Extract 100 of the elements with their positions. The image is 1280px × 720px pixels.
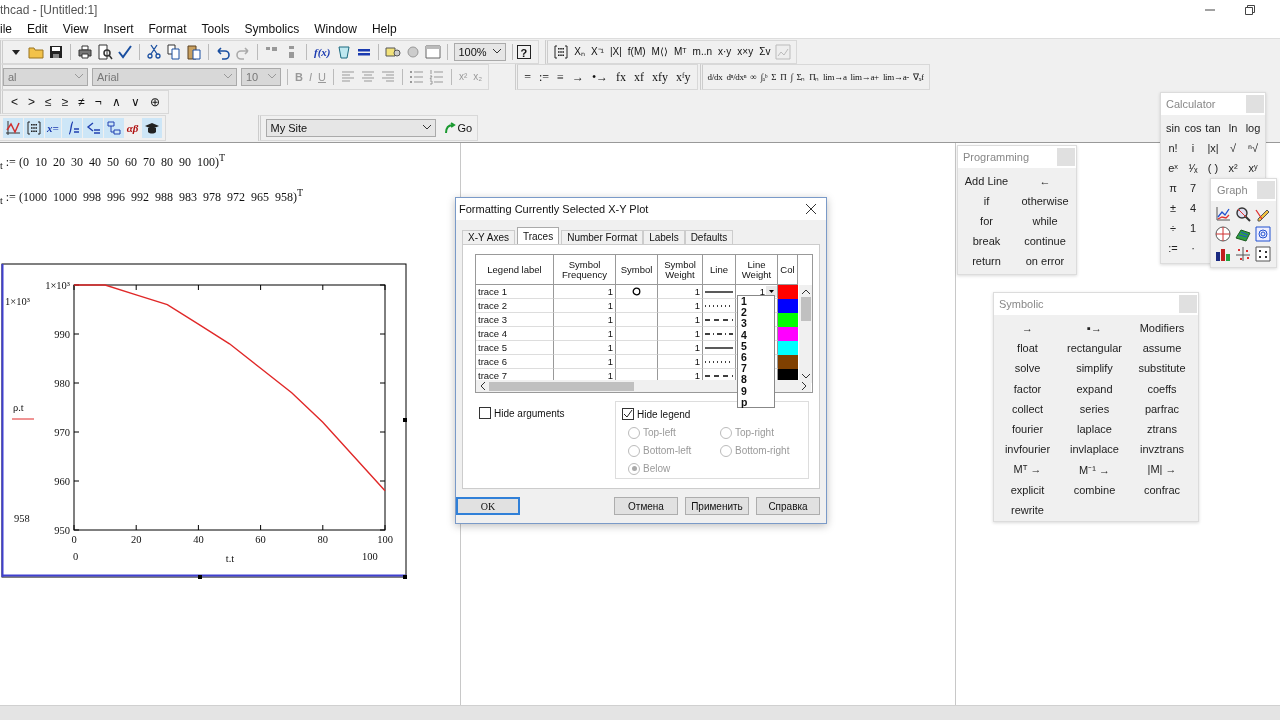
- symbolic-button[interactable]: invfourier: [994, 439, 1061, 460]
- dot-grid-icon[interactable]: [1255, 246, 1271, 262]
- scroll-down-icon[interactable]: [801, 374, 810, 379]
- graph-icon[interactable]: [3, 117, 23, 138]
- hide-arguments-checkbox[interactable]: Hide arguments: [479, 406, 615, 420]
- dialog-button[interactable]: Применить: [685, 497, 749, 515]
- symbolic-button[interactable]: coeffs: [1128, 378, 1196, 399]
- calculator-key[interactable]: ln: [1223, 118, 1243, 138]
- copy-icon[interactable]: [166, 43, 182, 60]
- vertical-scrollbar[interactable]: [799, 285, 812, 383]
- menu-item[interactable]: Help: [371, 21, 397, 36]
- table-cell[interactable]: trace 4: [476, 327, 554, 341]
- bullet-list-icon[interactable]: [408, 68, 425, 85]
- bar-chart-icon[interactable]: [1215, 246, 1231, 262]
- menu-item[interactable]: View: [62, 21, 89, 36]
- matrix-tool-button[interactable]: Xₙ: [571, 42, 588, 61]
- menu-item[interactable]: Window: [314, 21, 357, 36]
- window-icon[interactable]: [424, 43, 441, 60]
- calculator-key[interactable]: tan: [1203, 118, 1223, 138]
- boolean-button[interactable]: ≥: [56, 92, 74, 111]
- insert-function-button[interactable]: f(x): [311, 42, 334, 61]
- color-swatch[interactable]: [778, 299, 798, 313]
- dialog-button[interactable]: OK: [456, 497, 520, 515]
- symbolic-button[interactable]: collect: [994, 398, 1061, 419]
- calculus-button[interactable]: dⁿ/dxⁿ: [724, 67, 749, 86]
- scroll-left-icon[interactable]: [480, 382, 485, 390]
- paste-icon[interactable]: [186, 43, 202, 60]
- color-swatch[interactable]: [778, 327, 798, 341]
- dropdown-option[interactable]: 6: [741, 352, 774, 364]
- symbolic-button[interactable]: ztrans: [1128, 418, 1196, 440]
- resize-handle[interactable]: [198, 574, 202, 579]
- matrix-tool-button[interactable]: m..n: [689, 42, 715, 61]
- calculator-key[interactable]: 7: [1183, 178, 1203, 198]
- calculus-button[interactable]: lim→a+: [848, 67, 881, 86]
- boolean-button[interactable]: >: [23, 92, 41, 111]
- evaluation-button[interactable]: ≡: [554, 67, 567, 86]
- column-header[interactable]: Legend label: [476, 255, 554, 285]
- scroll-up-icon[interactable]: [801, 289, 810, 294]
- calculator-key[interactable]: log: [1243, 118, 1263, 138]
- matrix-tool-button[interactable]: M⟨⟩: [648, 42, 671, 61]
- calculus-button[interactable]: ∫ₐᵇ: [758, 67, 770, 86]
- resize-handle[interactable]: [403, 417, 407, 422]
- polar-plot-icon[interactable]: [1215, 226, 1231, 242]
- table-cell[interactable]: [616, 327, 658, 341]
- table-cell[interactable]: trace 6: [476, 355, 554, 369]
- calculus-button[interactable]: ∞: [748, 67, 759, 86]
- dropdown-option[interactable]: p: [741, 396, 774, 409]
- symbolic-button[interactable]: invlaplace: [1061, 439, 1128, 460]
- calculator-key[interactable]: 1: [1183, 218, 1203, 238]
- table-cell[interactable]: 1: [554, 341, 616, 355]
- table-cell[interactable]: trace 5: [476, 341, 554, 355]
- table-cell[interactable]: 1: [658, 299, 703, 313]
- programming-button[interactable]: on error: [1015, 251, 1075, 271]
- dropdown-option[interactable]: 8: [741, 374, 774, 386]
- restore-icon[interactable]: [1245, 4, 1255, 15]
- dropdown-option[interactable]: 9: [741, 385, 774, 397]
- symbolic-button[interactable]: float: [994, 338, 1061, 359]
- calculus-button[interactable]: Σ: [769, 67, 779, 86]
- symbolic-button[interactable]: M⁻¹ →: [1061, 459, 1128, 480]
- magnifier-icon[interactable]: [1235, 206, 1251, 222]
- calculator-key[interactable]: ÷: [1163, 218, 1183, 238]
- column-header[interactable]: Symbol Weight: [658, 255, 703, 285]
- boolean-button[interactable]: ≤: [40, 92, 57, 111]
- programming-button[interactable]: ←: [1015, 171, 1075, 191]
- calculator-key[interactable]: x²: [1223, 158, 1243, 178]
- dropdown-option[interactable]: 5: [741, 340, 774, 352]
- programming-button[interactable]: for: [958, 211, 1015, 231]
- resize-handle[interactable]: [403, 574, 407, 579]
- menu-item[interactable]: Format: [148, 21, 187, 36]
- symbolic-button[interactable]: simplify: [1061, 358, 1128, 379]
- boolean-button[interactable]: <: [6, 92, 23, 111]
- color-swatch[interactable]: [778, 355, 798, 369]
- dialog-button[interactable]: Справка: [756, 497, 820, 515]
- table-cell[interactable]: [616, 355, 658, 369]
- evaluation-button[interactable]: xf: [631, 67, 648, 86]
- table-cell[interactable]: [616, 299, 658, 313]
- column-header[interactable]: Col: [778, 255, 798, 285]
- symbolic-button[interactable]: expand: [1061, 378, 1128, 399]
- calculus-button[interactable]: Π: [778, 67, 789, 86]
- dropdown-option[interactable]: 7: [741, 363, 774, 375]
- boolean-button[interactable]: ∧: [106, 92, 126, 111]
- evaluation-button[interactable]: →: [568, 67, 587, 86]
- calculus-button[interactable]: ∫: [788, 67, 795, 86]
- cup-icon[interactable]: [335, 43, 352, 60]
- symbolic-button[interactable]: rewrite: [994, 499, 1061, 520]
- symbolic-button[interactable]: parfrac: [1128, 398, 1196, 419]
- symbolic-button[interactable]: ▪→: [1061, 318, 1128, 339]
- calculator-key[interactable]: ⁿ√: [1243, 138, 1263, 158]
- calculator-key[interactable]: √: [1223, 138, 1243, 158]
- symbolic-button[interactable]: factor: [994, 378, 1061, 399]
- zoom-select[interactable]: 100%: [453, 42, 506, 61]
- programming-button[interactable]: while: [1015, 211, 1075, 231]
- scissors-icon[interactable]: [146, 43, 162, 60]
- calculus-button[interactable]: Πₙ: [807, 67, 822, 86]
- calculator-key[interactable]: xʸ: [1243, 158, 1263, 178]
- color-swatch[interactable]: [778, 285, 798, 299]
- horizontal-scrollbar[interactable]: [0, 705, 1280, 720]
- menu-item[interactable]: Tools: [201, 21, 230, 36]
- table-cell[interactable]: trace 3: [476, 313, 554, 327]
- evaluation-button[interactable]: •→: [588, 67, 612, 86]
